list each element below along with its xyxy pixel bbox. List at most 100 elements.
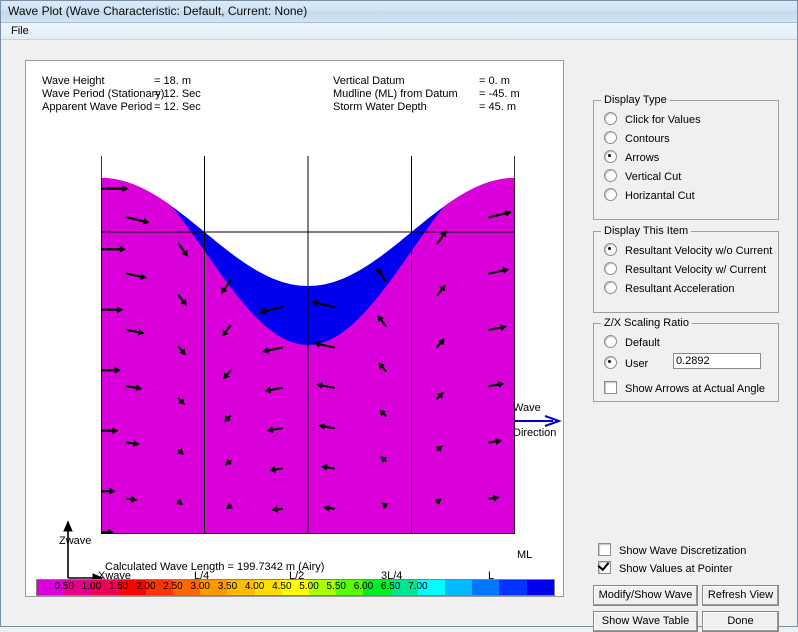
radio-label: Resultant Velocity w/ Current xyxy=(625,264,766,276)
radio-icon xyxy=(604,169,617,182)
info-value: = 12. Sec xyxy=(154,101,201,114)
colorbar-segment xyxy=(445,580,472,595)
radio-label: Arrows xyxy=(625,152,659,164)
axis-label-zwave: Zwave xyxy=(59,535,91,547)
button-label: Done xyxy=(703,612,778,631)
colorbar-tick-label: 4.50 xyxy=(270,581,294,592)
group-caption: Display Type xyxy=(601,94,670,106)
radio-resultant-acceleration[interactable]: Resultant Acceleration xyxy=(604,281,734,295)
button-label: Modify/Show Wave xyxy=(594,586,697,605)
radio-resultant-velocity-w-current[interactable]: Resultant Velocity w/ Current xyxy=(604,262,766,276)
radio-label: Horizantal Cut xyxy=(625,190,695,202)
wave-velocity-field-plot[interactable] xyxy=(101,156,515,534)
radio-icon xyxy=(604,188,617,201)
info-label: Apparent Wave Period xyxy=(42,101,154,114)
info-value: = 12. Sec xyxy=(154,88,201,101)
wave-plot-canvas[interactable] xyxy=(101,156,515,534)
colorbar-segment xyxy=(499,580,526,595)
radio-icon-selected xyxy=(604,150,617,163)
plot-panel: Wave Height= 18. m Wave Period (Stationa… xyxy=(25,60,564,597)
colorbar-tick-label: 1.00 xyxy=(79,581,103,592)
checkbox-label: Show Values at Pointer xyxy=(619,563,733,575)
radio-label: User xyxy=(625,358,648,370)
group-zx-scaling-ratio: Z/X Scaling Ratio Default User Show Arro… xyxy=(593,323,779,402)
colorbar-tick-label: 2.00 xyxy=(134,581,158,592)
radio-contours[interactable]: Contours xyxy=(604,131,670,145)
group-display-this-item: Display This Item Resultant Velocity w/o… xyxy=(593,231,779,313)
colorbar-segment xyxy=(527,580,554,595)
radio-icon-selected xyxy=(604,356,617,369)
colorbar-segment xyxy=(472,580,499,595)
radio-label: Default xyxy=(625,337,660,349)
checkbox-label: Show Arrows at Actual Angle xyxy=(625,383,765,395)
radio-vertical-cut[interactable]: Vertical Cut xyxy=(604,169,681,183)
radio-label: Resultant Acceleration xyxy=(625,283,734,295)
refresh-view-button[interactable]: Refresh View xyxy=(702,585,779,606)
colorbar-tick-label: 5.00 xyxy=(297,581,321,592)
colorbar-tick-label: 3.00 xyxy=(188,581,212,592)
button-label: Show Wave Table xyxy=(594,612,697,631)
group-caption: Z/X Scaling Ratio xyxy=(601,317,692,329)
colorbar-tick-label: 5.50 xyxy=(324,581,348,592)
wave-direction-label-1: Wave xyxy=(513,402,541,414)
velocity-colorbar[interactable]: 0.501.001.502.002.503.003.504.004.505.00… xyxy=(36,579,555,596)
radio-label: Vertical Cut xyxy=(625,171,681,183)
colorbar-segment: 0.50 xyxy=(37,580,64,595)
window-title: Wave Plot (Wave Characteristic: Default,… xyxy=(8,4,307,18)
wave-direction-label-2: Direction xyxy=(513,427,556,439)
mudline-label: ML xyxy=(517,549,532,561)
colorbar-tick-label: 4.00 xyxy=(243,581,267,592)
radio-zx-user[interactable]: User xyxy=(604,356,648,370)
checkbox-show-wave-discretization[interactable]: Show Wave Discretization xyxy=(598,543,746,557)
radio-icon xyxy=(604,281,617,294)
done-button[interactable]: Done xyxy=(702,611,779,632)
info-label: Wave Height xyxy=(42,75,154,88)
radio-label: Click for Values xyxy=(625,114,701,126)
radio-icon xyxy=(604,335,617,348)
info-label: Storm Water Depth xyxy=(333,101,479,114)
info-value: = -45. m xyxy=(479,88,520,101)
info-value: = 0. m xyxy=(479,75,510,88)
checkbox-show-arrows-actual-angle[interactable]: Show Arrows at Actual Angle xyxy=(604,381,765,395)
info-label: Wave Period (Stationary) xyxy=(42,88,154,101)
wave-direction-arrow-icon xyxy=(515,415,563,427)
wave-info-left: Wave Height= 18. m Wave Period (Stationa… xyxy=(42,75,201,114)
show-wave-table-button[interactable]: Show Wave Table xyxy=(593,611,698,632)
button-label: Refresh View xyxy=(703,586,778,605)
radio-icon xyxy=(604,262,617,275)
radio-label: Resultant Velocity w/o Current xyxy=(625,245,772,257)
window-titlebar: Wave Plot (Wave Characteristic: Default,… xyxy=(1,1,797,23)
colorbar-tick-label: 1.50 xyxy=(107,581,131,592)
radio-resultant-velocity-wo-current[interactable]: Resultant Velocity w/o Current xyxy=(604,243,772,257)
radio-zx-default[interactable]: Default xyxy=(604,335,660,349)
client-area: Wave Height= 18. m Wave Period (Stationa… xyxy=(1,40,797,626)
menubar: File xyxy=(1,23,797,40)
colorbar-tick-label: 0.50 xyxy=(52,581,76,592)
colorbar-tick-label: 3.50 xyxy=(215,581,239,592)
colorbar-tick-label: 6.50 xyxy=(379,581,403,592)
radio-icon xyxy=(604,131,617,144)
group-display-type: Display Type Click for Values Contours A… xyxy=(593,100,779,220)
checkbox-show-values-at-pointer[interactable]: Show Values at Pointer xyxy=(598,561,733,575)
modify-show-wave-button[interactable]: Modify/Show Wave xyxy=(593,585,698,606)
colorbar-tick-label: 7.00 xyxy=(406,581,430,592)
radio-icon xyxy=(604,112,617,125)
info-label: Mudline (ML) from Datum xyxy=(333,88,479,101)
radio-click-for-values[interactable]: Click for Values xyxy=(604,112,701,126)
checkbox-icon-checked xyxy=(598,561,611,574)
wave-info-right: Vertical Datum= 0. m Mudline (ML) from D… xyxy=(333,75,520,114)
checkbox-icon xyxy=(598,543,611,556)
menu-item-file[interactable]: File xyxy=(11,25,29,37)
radio-horizantal-cut[interactable]: Horizantal Cut xyxy=(604,188,695,202)
radio-label: Contours xyxy=(625,133,670,145)
radio-arrows[interactable]: Arrows xyxy=(604,150,659,164)
radio-icon-selected xyxy=(604,243,617,256)
checkbox-icon xyxy=(604,381,617,394)
info-label: Vertical Datum xyxy=(333,75,479,88)
info-value: = 18. m xyxy=(154,75,191,88)
wave-plot-window: Wave Plot (Wave Characteristic: Default,… xyxy=(0,0,798,627)
colorbar-tick-label: 6.00 xyxy=(351,581,375,592)
zx-ratio-input[interactable] xyxy=(673,353,761,369)
checkbox-label: Show Wave Discretization xyxy=(619,545,746,557)
group-caption: Display This Item xyxy=(601,225,691,237)
